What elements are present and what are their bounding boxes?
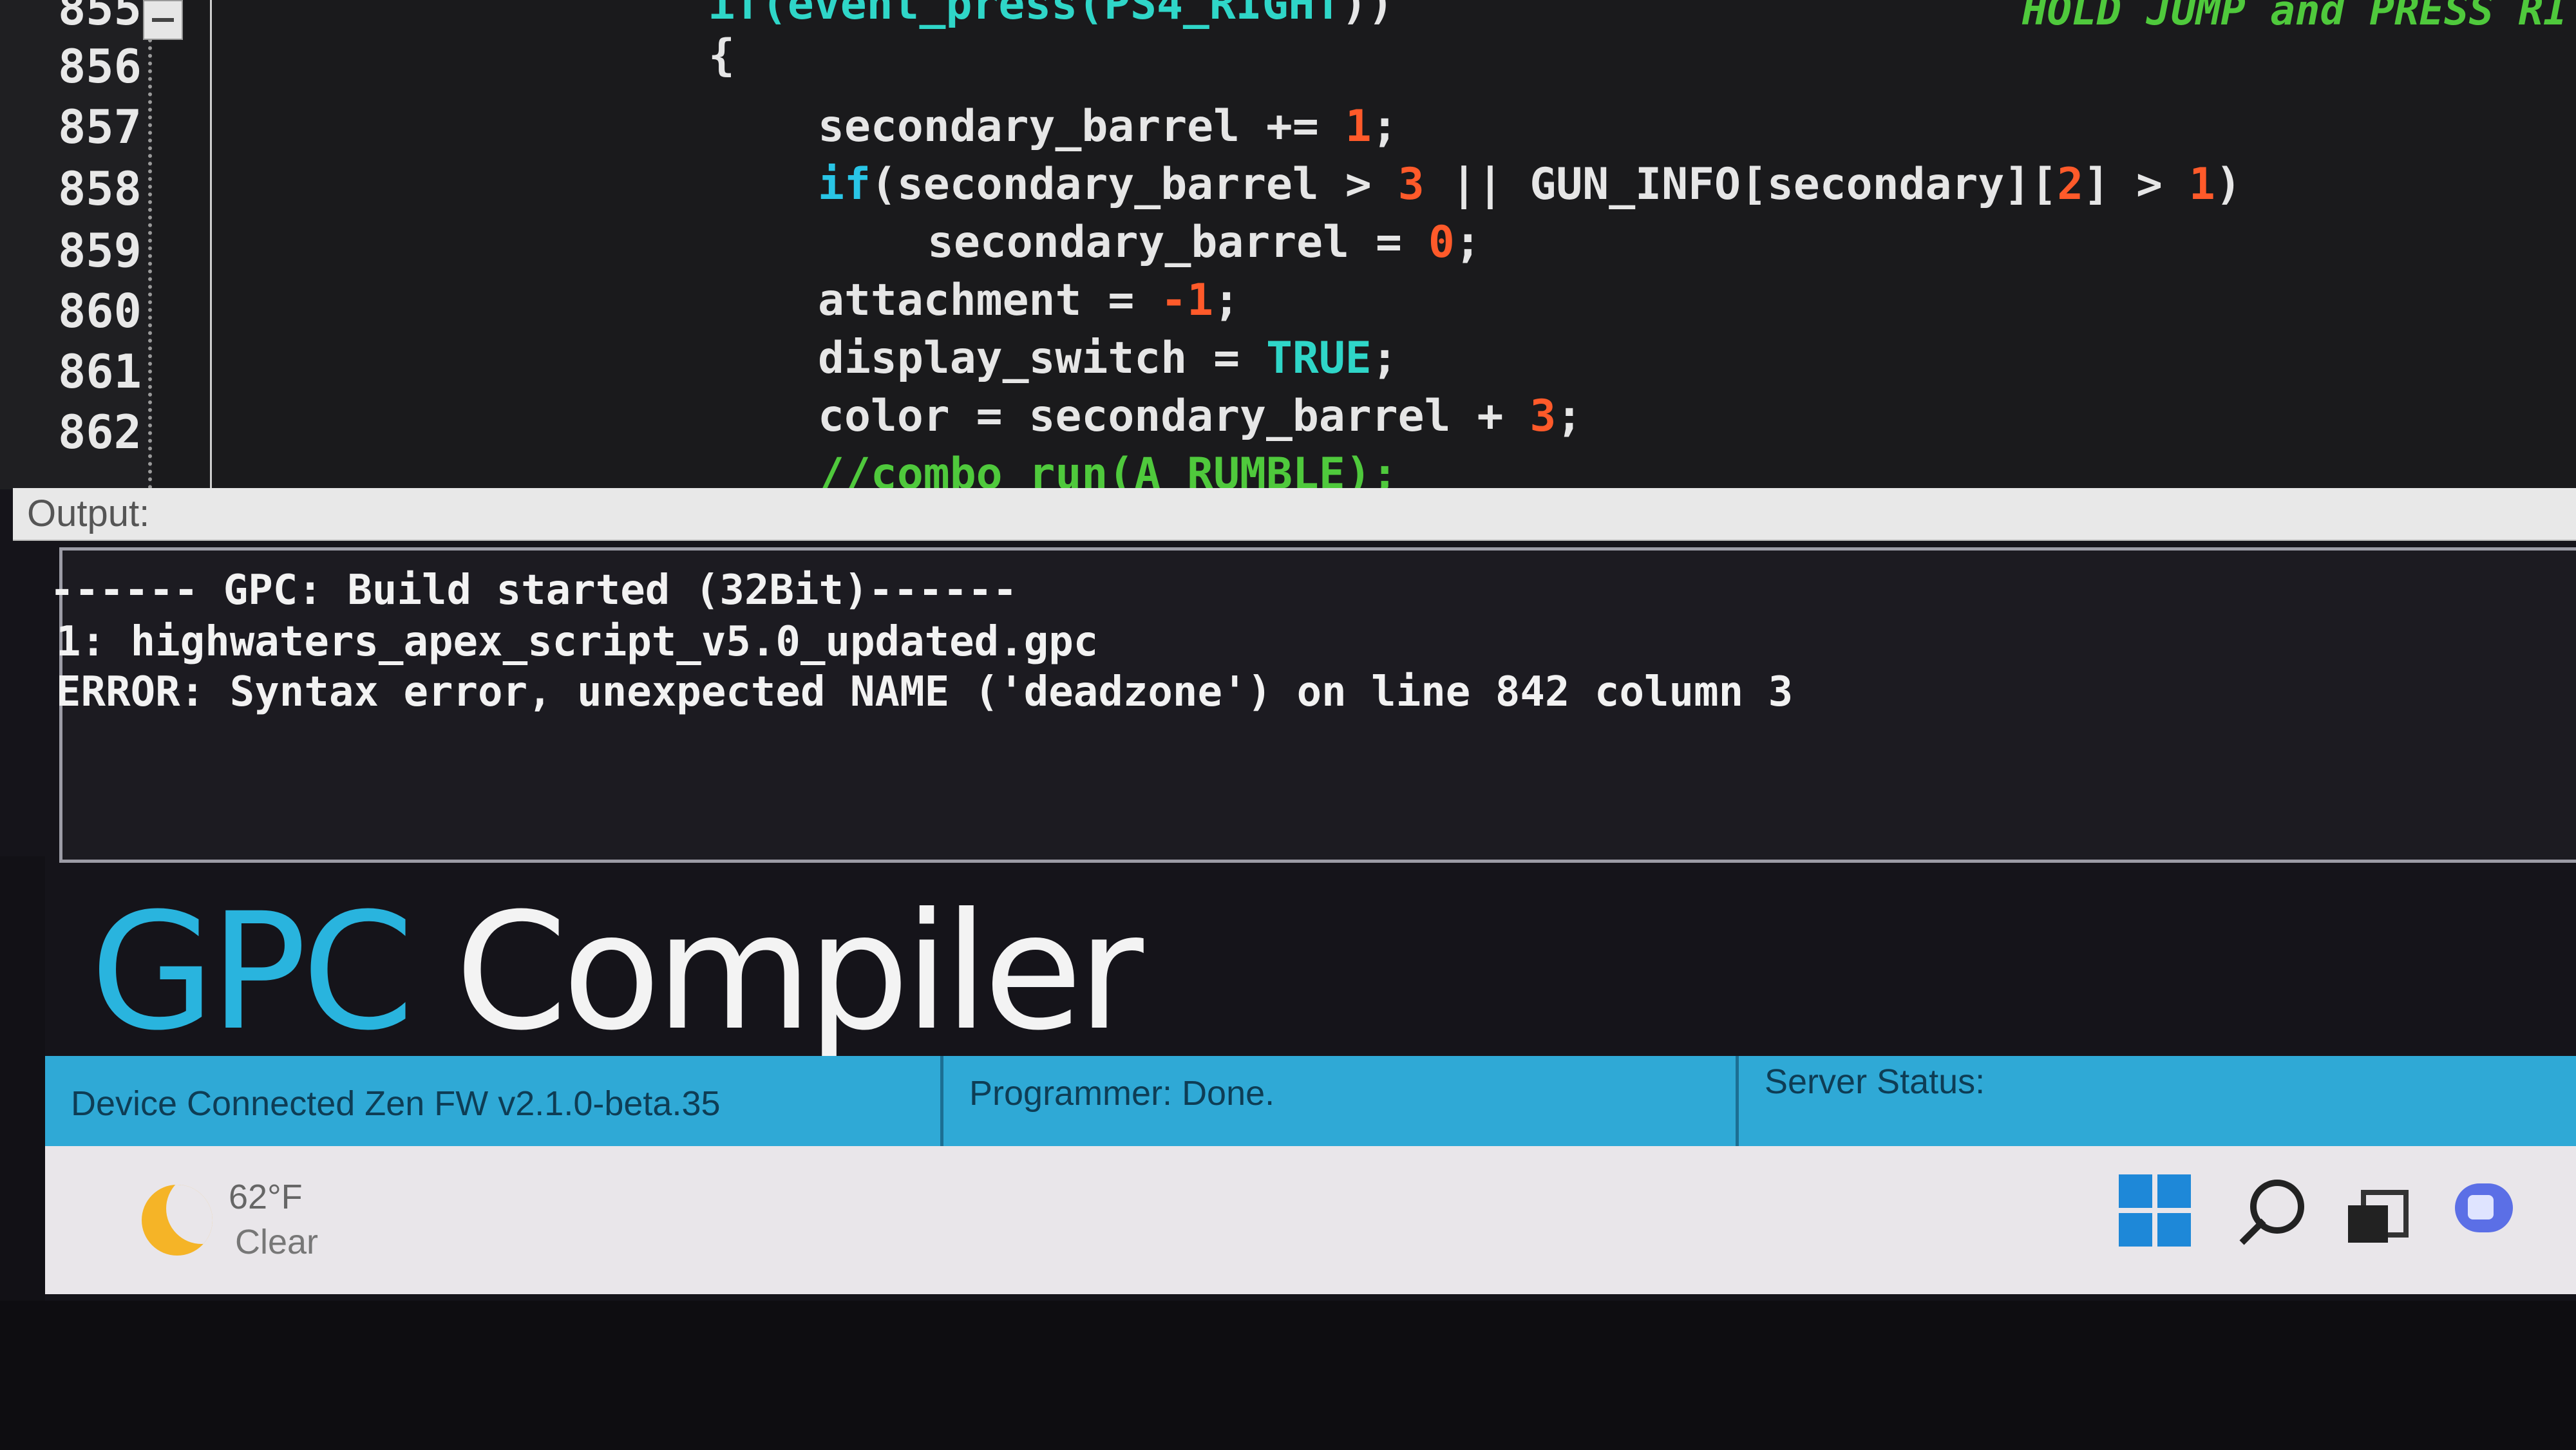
line-number: 856 [57, 39, 142, 93]
code-line[interactable]: if(event_press(PS4_RIGHT)) [708, 0, 1394, 35]
app-logo: GPC Compiler [90, 876, 1144, 1069]
device-status: Device Connected Zen FW v2.1.0-beta.35 [71, 1084, 721, 1123]
code-token: ) [2215, 159, 2242, 210]
code-editor[interactable]: 855 856 857 858 859 860 861 862 if(event… [0, 0, 2576, 500]
output-line: ------ GPC: Build started (32Bit)------ [50, 567, 1018, 614]
code-line[interactable]: attachment = -1; [818, 270, 1240, 331]
line-number: 862 [57, 405, 142, 459]
code-token: color = secondary_barrel + [818, 391, 1530, 442]
code-token: ; [1371, 333, 1398, 384]
status-bar: Device Connected Zen FW v2.1.0-beta.35 P… [45, 1056, 2576, 1146]
code-token: 2 [2057, 159, 2084, 210]
code-token: if [818, 159, 871, 210]
code-line[interactable]: { [708, 26, 735, 86]
task-view-icon[interactable] [2338, 1172, 2415, 1249]
code-token: 3 [1397, 159, 1425, 210]
code-line[interactable]: secondary_barrel = 0; [927, 212, 1481, 273]
code-token: -1 [1160, 275, 1214, 326]
windows-taskbar: 62°F Clear [45, 1146, 2576, 1294]
line-number: 855 [57, 0, 142, 35]
code-token: (secondary_barrel > [870, 159, 1398, 210]
code-token: || GUN_INFO[secondary][ [1424, 159, 2058, 210]
code-hint-comment: HOLD JUMP and PRESS RI [2022, 0, 2568, 35]
output-line: 1: highwaters_apex_script_v5.0_updated.g… [56, 618, 1099, 666]
weather-temperature[interactable]: 62°F [229, 1177, 303, 1217]
server-status: Server Status: [1765, 1062, 1985, 1101]
code-token: 1 [2188, 159, 2215, 210]
weather-condition[interactable]: Clear [235, 1222, 318, 1262]
code-token: PS4_RIGHT [1104, 0, 1341, 30]
code-token: display_switch = [818, 333, 1266, 384]
line-number: 861 [57, 344, 142, 399]
output-label: Output: [27, 493, 150, 534]
code-token: ; [1213, 275, 1240, 326]
code-token: secondary_barrel += [818, 101, 1345, 152]
code-token: secondary_barrel = [927, 217, 1428, 268]
search-icon[interactable] [2228, 1172, 2306, 1249]
line-number: 858 [57, 162, 142, 216]
line-number: 857 [57, 100, 142, 154]
code-token: 0 [1428, 217, 1455, 268]
output-panel[interactable]: ------ GPC: Build started (32Bit)------ … [50, 547, 2576, 863]
output-error-line: ERROR: Syntax error, unexpected NAME ('d… [56, 668, 1794, 716]
code-line[interactable]: color = secondary_barrel + 3; [818, 386, 1582, 447]
code-token: ; [1454, 217, 1481, 268]
code-token: ] > [2083, 159, 2189, 210]
code-line[interactable]: if(secondary_barrel > 3 || GUN_INFO[seco… [818, 155, 2242, 215]
code-token: )) [1341, 0, 1394, 30]
code-token: 1 [1345, 101, 1372, 152]
output-panel-header: Output: [13, 488, 2576, 541]
moon-icon[interactable] [142, 1185, 213, 1256]
code-token: TRUE [1265, 333, 1372, 384]
fold-toggle-icon[interactable] [143, 0, 183, 40]
code-token: 3 [1530, 391, 1557, 442]
fold-margin [152, 0, 212, 489]
line-number: 859 [57, 223, 142, 278]
code-line[interactable]: secondary_barrel += 1; [818, 97, 1398, 157]
code-token: ; [1556, 391, 1583, 442]
line-number-gutter: 855 856 857 858 859 860 861 862 [0, 0, 152, 489]
code-line[interactable]: display_switch = TRUE; [818, 328, 1398, 389]
code-token: ; [1371, 101, 1398, 152]
code-token: attachment = [818, 275, 1161, 326]
line-number: 860 [57, 284, 142, 338]
monitor-bezel-bottom [0, 1301, 2576, 1450]
chat-icon[interactable] [2447, 1172, 2524, 1249]
monitor-bezel [0, 856, 45, 1301]
windows-start-icon[interactable] [2119, 1174, 2191, 1247]
logo-gpc-text: GPC [90, 878, 414, 1066]
code-token: if(event_press( [708, 0, 1104, 30]
code-token: { [708, 30, 735, 81]
screen: 855 856 857 858 859 860 861 862 if(event… [0, 0, 2576, 1301]
logo-compiler-text: Compiler [455, 878, 1144, 1066]
programmer-status: Programmer: Done. [969, 1074, 1275, 1113]
